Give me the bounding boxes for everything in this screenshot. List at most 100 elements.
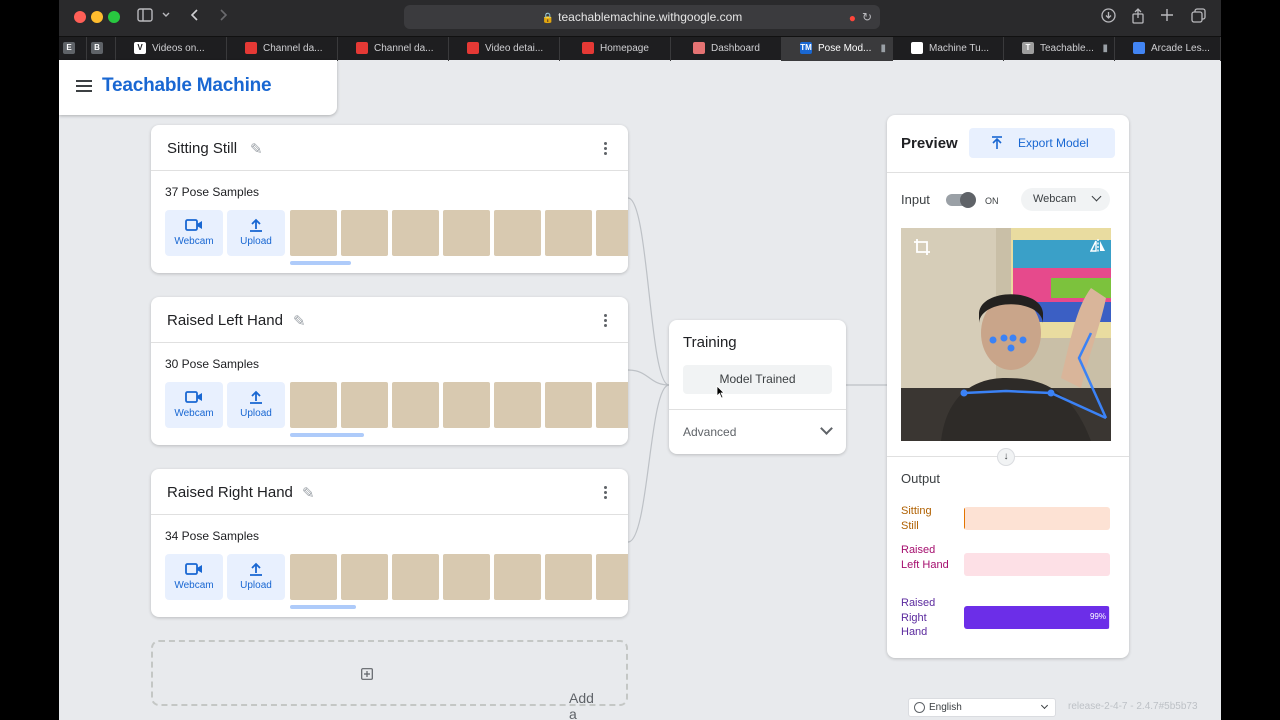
output-class-label: Sitting Still — [901, 505, 932, 532]
sidebar-toggle-icon[interactable] — [137, 8, 153, 27]
sample-thumbnails[interactable] — [290, 382, 628, 428]
class-card-sitting-still: Sitting Still ✎ 37 Pose Samples Webcam U… — [151, 125, 628, 273]
tab-label: Machine Tu... — [929, 43, 990, 54]
input-source-select[interactable]: Webcam — [1021, 188, 1110, 211]
tab-machine-tutorial[interactable]: Machine Tu... — [893, 37, 1004, 61]
train-model-button[interactable]: Model Trained — [683, 365, 832, 394]
sample-thumbnail[interactable] — [341, 210, 388, 256]
sample-thumbnail[interactable] — [290, 382, 337, 428]
back-icon[interactable] — [189, 8, 201, 27]
homepage-icon — [582, 42, 594, 55]
download-icon[interactable] — [1101, 8, 1116, 28]
thumbnail-scrollbar[interactable] — [290, 605, 356, 609]
upload-icon — [227, 390, 285, 408]
address-bar[interactable]: 🔒 teachablemachine.withgoogle.com ● ↻ — [404, 5, 880, 29]
edit-pencil-icon[interactable]: ✎ — [293, 312, 306, 330]
export-model-button[interactable]: Export Model — [969, 128, 1115, 158]
sample-thumbnail[interactable] — [545, 382, 592, 428]
tab-arcade-lessons[interactable]: Arcade Les... — [1115, 37, 1221, 61]
minimize-window-button[interactable] — [91, 11, 103, 23]
advanced-toggle-label[interactable]: Advanced — [683, 425, 736, 439]
mouse-cursor-icon — [716, 385, 725, 399]
upload-button[interactable]: Upload — [227, 382, 285, 428]
sample-thumbnail[interactable] — [392, 210, 439, 256]
sample-thumbnail[interactable] — [596, 554, 628, 600]
app-title[interactable]: Teachable Machine — [102, 75, 272, 97]
new-tab-icon[interactable] — [1160, 8, 1174, 27]
webcam-button[interactable]: Webcam — [165, 210, 223, 256]
sample-thumbnail[interactable] — [443, 210, 490, 256]
tab-homepage[interactable]: Homepage — [560, 37, 671, 61]
more-options-icon[interactable] — [604, 314, 608, 329]
thumbnail-scrollbar[interactable] — [290, 433, 364, 437]
sample-thumbnail[interactable] — [596, 382, 628, 428]
upload-icon — [227, 562, 285, 580]
close-window-button[interactable] — [74, 11, 86, 23]
forward-icon[interactable] — [217, 8, 229, 27]
video-camera-icon — [165, 218, 223, 236]
chevron-down-icon[interactable] — [820, 422, 833, 435]
class-name[interactable]: Raised Right Hand — [167, 484, 293, 501]
url-text: teachablemachine.withgoogle.com — [558, 10, 743, 24]
reload-icon[interactable]: ↻ — [862, 5, 872, 29]
tab-vimeo[interactable]: V Videos on... — [116, 37, 227, 61]
tab-label: Teachable... — [1040, 43, 1094, 54]
share-icon[interactable] — [1131, 8, 1145, 29]
tab-pinned-e[interactable]: E — [59, 37, 87, 61]
camera-off-icon: ▮ — [1102, 43, 1108, 54]
tab-label: Channel da... — [263, 43, 323, 54]
tab-pinned-b[interactable]: B — [87, 37, 116, 61]
maximize-window-button[interactable] — [108, 11, 120, 23]
edit-pencil-icon[interactable]: ✎ — [302, 484, 315, 502]
sample-thumbnail[interactable] — [341, 554, 388, 600]
more-options-icon[interactable] — [604, 486, 608, 501]
training-title: Training — [683, 334, 737, 351]
tab-overview-icon[interactable] — [1191, 8, 1206, 28]
menu-icon[interactable] — [76, 80, 92, 92]
upload-button[interactable]: Upload — [227, 554, 285, 600]
class-name[interactable]: Raised Left Hand — [167, 312, 283, 329]
sample-thumbnail[interactable] — [290, 210, 337, 256]
tab-video-details[interactable]: Video detai... — [449, 37, 560, 61]
add-class-button[interactable]: Add a class — [151, 640, 628, 720]
tab-channel-dashboard-2[interactable]: Channel da... — [338, 37, 449, 61]
sample-thumbnail[interactable] — [494, 554, 541, 600]
class-card-raised-right-hand: Raised Right Hand ✎ 34 Pose Samples Webc… — [151, 469, 628, 617]
webcam-button-label: Webcam — [174, 408, 214, 419]
sample-thumbnail[interactable] — [341, 382, 388, 428]
video-camera-icon — [165, 562, 223, 580]
add-class-row: Add a class — [361, 666, 594, 720]
upload-button[interactable]: Upload — [227, 210, 285, 256]
docs-icon — [1133, 42, 1145, 55]
sample-thumbnail[interactable] — [596, 210, 628, 256]
edit-pencil-icon[interactable]: ✎ — [250, 140, 263, 158]
webcam-button[interactable]: Webcam — [165, 554, 223, 600]
tab-pose-model[interactable]: TM Pose Mod... ▮ — [782, 37, 893, 61]
thumbnail-scrollbar[interactable] — [290, 261, 351, 265]
input-toggle[interactable] — [946, 192, 976, 208]
sample-thumbnails[interactable] — [290, 210, 628, 256]
sample-thumbnail[interactable] — [290, 554, 337, 600]
sample-thumbnail[interactable] — [545, 210, 592, 256]
sample-thumbnail[interactable] — [443, 554, 490, 600]
more-options-icon[interactable] — [604, 142, 608, 157]
tab-teachable[interactable]: T Teachable... ▮ — [1004, 37, 1115, 61]
tab-dashboard[interactable]: Dashboard — [671, 37, 782, 61]
flip-icon[interactable] — [1090, 238, 1106, 254]
sample-thumbnails[interactable] — [290, 554, 628, 600]
tab-channel-dashboard-1[interactable]: Channel da... — [227, 37, 338, 61]
language-select[interactable]: English — [908, 698, 1056, 717]
chevron-down-icon[interactable] — [161, 8, 171, 27]
sample-thumbnail[interactable] — [494, 210, 541, 256]
sample-thumbnail[interactable] — [392, 382, 439, 428]
webcam-button[interactable]: Webcam — [165, 382, 223, 428]
sample-thumbnail[interactable] — [494, 382, 541, 428]
camera-recording-icon[interactable]: ● — [849, 6, 856, 30]
upload-icon — [227, 218, 285, 236]
crop-icon[interactable] — [913, 238, 931, 256]
class-name[interactable]: Sitting Still — [167, 140, 237, 157]
sample-thumbnail[interactable] — [443, 382, 490, 428]
arrow-down-icon: ↓ — [997, 448, 1015, 466]
sample-thumbnail[interactable] — [392, 554, 439, 600]
sample-thumbnail[interactable] — [545, 554, 592, 600]
